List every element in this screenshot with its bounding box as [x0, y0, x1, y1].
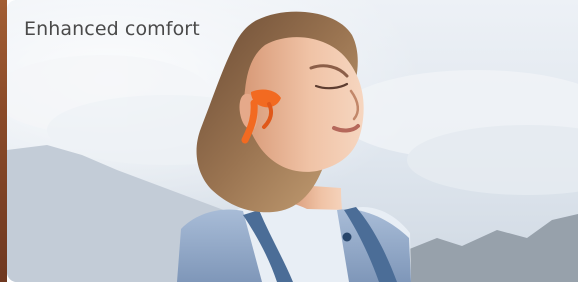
- hero-photo: [7, 0, 578, 282]
- left-edge-strip: [0, 0, 7, 282]
- vest-buckle: [342, 232, 352, 242]
- banner-page: Enhanced comfort: [0, 0, 578, 282]
- banner-headline: Enhanced comfort: [24, 18, 200, 40]
- hero-banner: Enhanced comfort: [7, 0, 578, 282]
